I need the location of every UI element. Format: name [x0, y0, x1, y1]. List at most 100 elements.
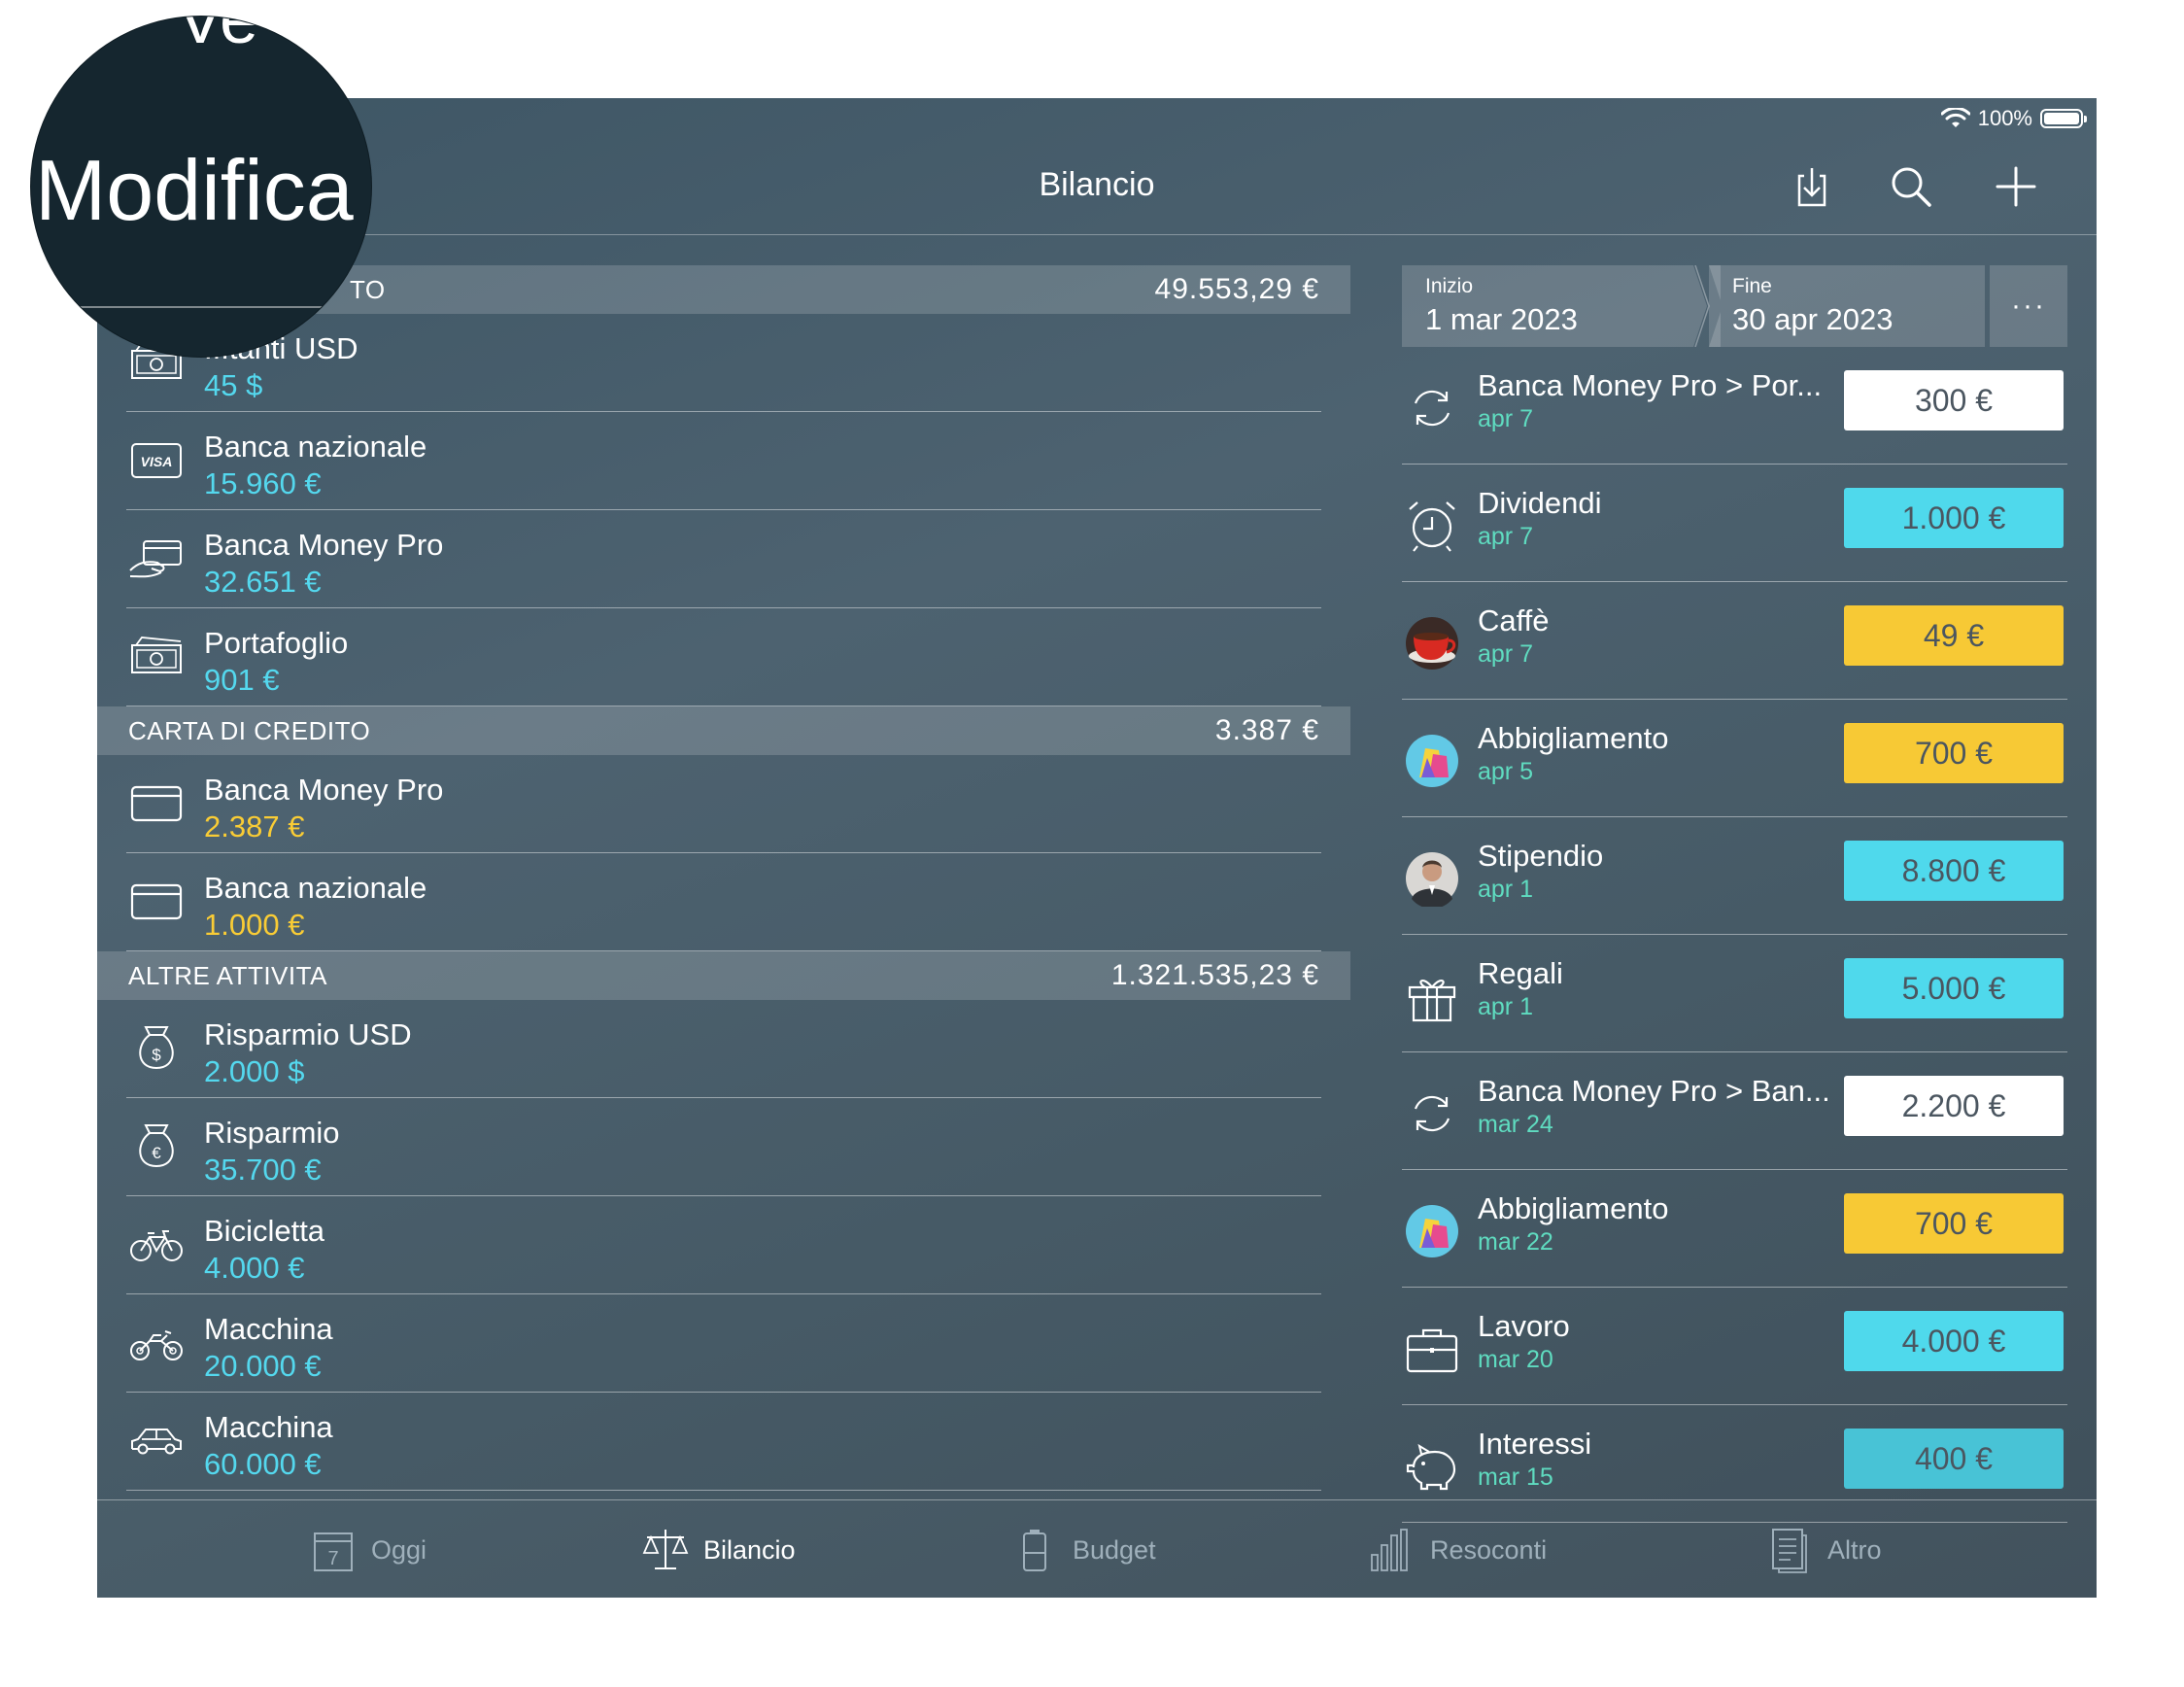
transaction-row[interactable]: Abbigliamento mar 22 700 €	[1402, 1170, 2067, 1288]
tab-budget[interactable]: Budget	[1010, 1526, 1156, 1574]
credit-card-icon	[130, 883, 183, 920]
piggy-bank-icon	[1406, 1443, 1456, 1491]
account-amount: 20.000 €	[204, 1349, 322, 1383]
bar-chart-icon	[1371, 1529, 1408, 1571]
section-total: 49.553,29 €	[1154, 273, 1319, 305]
status-bar: 100%	[1940, 104, 2087, 133]
svg-text:€: €	[152, 1144, 161, 1162]
transaction-row[interactable]: Lavoro mar 20 4.000 €	[1402, 1288, 2067, 1405]
alarm-clock-icon	[1409, 501, 1455, 552]
transaction-amount[interactable]: 300 €	[1844, 370, 2064, 430]
transaction-name: Regali	[1478, 956, 1563, 990]
transaction-row[interactable]: Stipendio apr 1 8.800 €	[1402, 817, 2067, 935]
account-row[interactable]: € Risparmio 35.700 €	[126, 1098, 1321, 1196]
money-bag-dollar-icon: $	[139, 1026, 174, 1070]
shopping-bags-icon	[1406, 735, 1458, 787]
account-amount: 4.000 €	[204, 1251, 305, 1285]
account-row[interactable]: Bicicletta 4.000 €	[126, 1196, 1321, 1294]
section-total: 3.387 €	[1214, 714, 1319, 746]
transaction-row[interactable]: Dividendi apr 7 1.000 €	[1402, 465, 2067, 582]
transaction-name: Interessi	[1478, 1427, 1592, 1461]
visa-card-icon: VISA	[131, 443, 182, 478]
section-header-credit-card[interactable]: CARTA DI CREDITO 3.387 €	[97, 706, 1350, 755]
transaction-row[interactable]: Abbigliamento apr 5 700 €	[1402, 700, 2067, 817]
tab-label: Resoconti	[1430, 1534, 1548, 1565]
tab-more[interactable]: Altro	[1765, 1526, 1882, 1574]
transaction-amount[interactable]: 8.800 €	[1844, 841, 2064, 901]
transaction-row[interactable]: Caffè apr 7 49 €	[1402, 582, 2067, 700]
navigation-bar: Bilancio	[97, 137, 2097, 235]
transaction-amount[interactable]: 700 €	[1844, 723, 2064, 783]
transaction-amount[interactable]: 1.000 €	[1844, 488, 2064, 548]
tab-balance[interactable]: Bilancio	[641, 1526, 796, 1574]
svg-text:VISA: VISA	[141, 454, 173, 469]
section-total: 1.321.535,23 €	[1110, 959, 1319, 991]
accounts-list: TO 49.553,29 € ...tanti USD 45 $ VISA Ba…	[97, 265, 1350, 1491]
battery-icon	[2040, 109, 2087, 128]
transaction-name: Lavoro	[1478, 1309, 1570, 1343]
account-row[interactable]: Macchina 20.000 €	[126, 1294, 1321, 1393]
transaction-name: Banca Money Pro > Por...	[1478, 368, 1823, 402]
account-row[interactable]: Portafoglio 901 €	[126, 608, 1321, 706]
account-name: Risparmio USD	[204, 1017, 412, 1051]
end-date-field[interactable]: Fine 30 apr 2023	[1709, 265, 1985, 347]
account-amount: 60.000 €	[204, 1447, 322, 1481]
account-name: Banca nazionale	[204, 871, 427, 905]
account-amount: 2.387 €	[204, 809, 305, 844]
account-row[interactable]: Banca nazionale 1.000 €	[126, 853, 1321, 951]
transaction-name: Banca Money Pro > Ban...	[1478, 1074, 1830, 1108]
transaction-amount[interactable]: 5.000 €	[1844, 958, 2064, 1018]
account-row[interactable]: $ Risparmio USD 2.000 $	[126, 1000, 1321, 1098]
account-amount: 15.960 €	[204, 466, 322, 500]
account-name: Banca Money Pro	[204, 528, 444, 562]
tab-today[interactable]: 7 Oggi	[309, 1526, 427, 1574]
transaction-date: apr 7	[1478, 405, 1533, 432]
account-row[interactable]: Banca Money Pro 32.651 €	[126, 510, 1321, 608]
transaction-name: Caffè	[1478, 603, 1550, 637]
account-name: Macchina	[204, 1312, 333, 1346]
transaction-amount[interactable]: 700 €	[1844, 1193, 2064, 1254]
section-title: ALTRE ATTIVITA	[128, 960, 327, 990]
start-date-value: 1 mar 2023	[1425, 302, 1578, 336]
edit-button-magnifier[interactable]: Ve Modifica	[31, 17, 371, 357]
transaction-date: mar 20	[1478, 1346, 1553, 1373]
transaction-name: Abbigliamento	[1478, 1191, 1669, 1225]
transaction-amount[interactable]: 4.000 €	[1844, 1311, 2064, 1371]
add-icon[interactable]	[1992, 162, 2040, 211]
account-row[interactable]: ...tanti USD 45 $	[126, 314, 1321, 412]
account-amount: 35.700 €	[204, 1153, 322, 1187]
transaction-row[interactable]: Banca Money Pro > Por... apr 7 300 €	[1402, 347, 2067, 465]
account-amount: 2.000 $	[204, 1054, 305, 1088]
calendar-day: 7	[327, 1548, 338, 1569]
person-avatar-icon	[1406, 852, 1458, 907]
transaction-amount[interactable]: 2.200 €	[1844, 1076, 2064, 1136]
account-row[interactable]: VISA Banca nazionale 15.960 €	[126, 412, 1321, 510]
magnified-top-text: Ve	[177, 17, 259, 58]
account-row[interactable]: Banca Money Pro 2.387 €	[126, 755, 1321, 853]
transaction-amount[interactable]: 49 €	[1844, 605, 2064, 666]
transaction-date: apr 7	[1478, 640, 1533, 668]
coffee-cup-icon	[1406, 617, 1458, 670]
start-date-field[interactable]: Inizio 1 mar 2023	[1402, 265, 1693, 347]
edit-button[interactable]: Modifica	[35, 141, 354, 240]
end-date-label: Fine	[1732, 275, 1772, 297]
transaction-date: mar 15	[1478, 1463, 1553, 1491]
transaction-row[interactable]: Banca Money Pro > Ban... mar 24 2.200 €	[1402, 1052, 2067, 1170]
more-options-button[interactable]: ···	[1990, 265, 2067, 347]
bicycle-icon	[130, 1230, 183, 1261]
transaction-row[interactable]: Regali apr 1 5.000 €	[1402, 935, 2067, 1052]
import-icon[interactable]	[1788, 162, 1836, 211]
account-amount: 32.651 €	[204, 565, 322, 599]
account-name: Portafoglio	[204, 626, 349, 660]
transaction-amount[interactable]: 400 €	[1844, 1429, 2064, 1489]
account-row[interactable]: Macchina 60.000 €	[126, 1393, 1321, 1491]
app-screen: 100% Bilancio TO 49.553,29 € ...tanti US…	[97, 98, 2097, 1598]
transaction-date: mar 24	[1478, 1111, 1553, 1138]
transaction-date: mar 22	[1478, 1228, 1553, 1256]
tab-reports[interactable]: Resoconti	[1368, 1526, 1547, 1574]
tab-label: Budget	[1073, 1534, 1156, 1565]
search-icon[interactable]	[1887, 162, 1935, 211]
section-header-other-assets[interactable]: ALTRE ATTIVITA 1.321.535,23 €	[97, 951, 1350, 1000]
account-amount: 901 €	[204, 663, 280, 697]
end-date-value: 30 apr 2023	[1732, 302, 1894, 336]
